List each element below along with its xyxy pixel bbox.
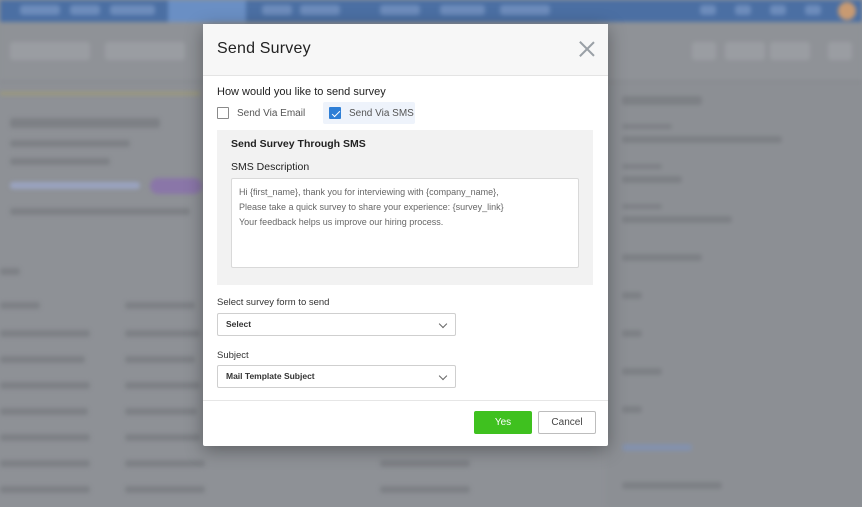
dialog-footer-divider xyxy=(203,400,608,401)
sms-description-label: SMS Description xyxy=(231,161,310,173)
dialog-header: Send Survey xyxy=(203,24,608,76)
survey-form-value: Select xyxy=(226,319,252,329)
survey-form-label: Select survey form to send xyxy=(217,297,330,308)
survey-form-select[interactable]: Select xyxy=(217,313,456,336)
background-right-panel xyxy=(606,82,862,507)
subject-label: Subject xyxy=(217,350,249,361)
subject-value: Mail Template Subject xyxy=(226,371,315,381)
check-icon[interactable] xyxy=(329,107,341,119)
dialog-title: Send Survey xyxy=(217,40,311,57)
chevron-down-icon xyxy=(438,371,448,381)
sms-description-line: Your feedback helps us improve our hirin… xyxy=(239,217,444,227)
email-checkbox[interactable] xyxy=(217,107,229,119)
sms-section-title: Send Survey Through SMS xyxy=(231,138,366,150)
yes-button[interactable]: Yes xyxy=(474,411,532,434)
sms-section: Send Survey Through SMS SMS Description … xyxy=(217,130,593,285)
chevron-down-icon xyxy=(438,319,448,329)
send-survey-dialog: Send Survey How would you like to send s… xyxy=(203,24,608,446)
cancel-button[interactable]: Cancel xyxy=(538,411,596,434)
sms-description-line: Hi {first_name}, thank you for interview… xyxy=(239,187,499,197)
send-via-sms-option[interactable]: Send Via SMS xyxy=(323,102,415,124)
close-icon[interactable] xyxy=(578,40,596,58)
sms-description-textarea[interactable]: Hi {first_name}, thank you for interview… xyxy=(231,178,579,268)
background-top-nav xyxy=(0,0,862,22)
send-via-email-option[interactable]: Send Via Email xyxy=(217,102,305,124)
subject-select[interactable]: Mail Template Subject xyxy=(217,365,456,388)
send-method-question: How would you like to send survey xyxy=(217,86,386,98)
sms-option-label: Send Via SMS xyxy=(349,107,414,119)
email-option-label: Send Via Email xyxy=(237,107,306,119)
sms-description-line: Please take a quick survey to share your… xyxy=(239,202,504,212)
